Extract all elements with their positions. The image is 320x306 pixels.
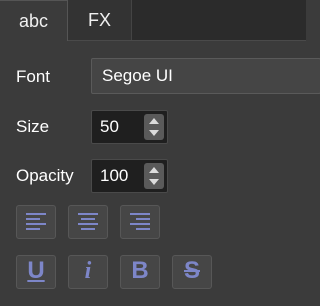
size-arrows[interactable]: [144, 114, 164, 140]
align-right-icon: [130, 213, 150, 230]
opacity-label: Opacity: [16, 166, 74, 185]
arrow-up-icon[interactable]: [149, 118, 159, 124]
tab-bar: abc FX: [0, 0, 306, 41]
italic-button[interactable]: i: [68, 255, 108, 289]
bold-button[interactable]: B: [120, 255, 160, 289]
bold-icon: B: [131, 257, 149, 284]
underline-icon: U: [27, 257, 45, 284]
opacity-value[interactable]: 100: [100, 160, 128, 192]
italic-icon: i: [84, 258, 92, 284]
opacity-arrows[interactable]: [144, 163, 164, 189]
font-label: Font: [16, 67, 51, 86]
align-center-icon: [78, 213, 98, 230]
size-label: Size: [16, 117, 50, 136]
tab-fx[interactable]: FX: [68, 0, 132, 40]
opacity-stepper[interactable]: 100: [91, 159, 168, 193]
align-center-button[interactable]: [68, 205, 108, 239]
strikethrough-icon: S: [183, 257, 200, 284]
tab-abc[interactable]: abc: [0, 0, 68, 41]
size-stepper[interactable]: 50: [91, 110, 168, 144]
size-value[interactable]: 50: [100, 111, 119, 143]
arrow-up-icon[interactable]: [149, 167, 159, 173]
align-left-button[interactable]: [16, 205, 56, 239]
align-left-icon: [26, 213, 46, 230]
align-right-button[interactable]: [120, 205, 160, 239]
arrow-down-icon[interactable]: [149, 179, 159, 185]
arrow-down-icon[interactable]: [149, 130, 159, 136]
strikethrough-button[interactable]: S: [172, 255, 212, 289]
font-field[interactable]: Segoe UI: [91, 58, 320, 94]
underline-button[interactable]: U: [16, 255, 56, 289]
